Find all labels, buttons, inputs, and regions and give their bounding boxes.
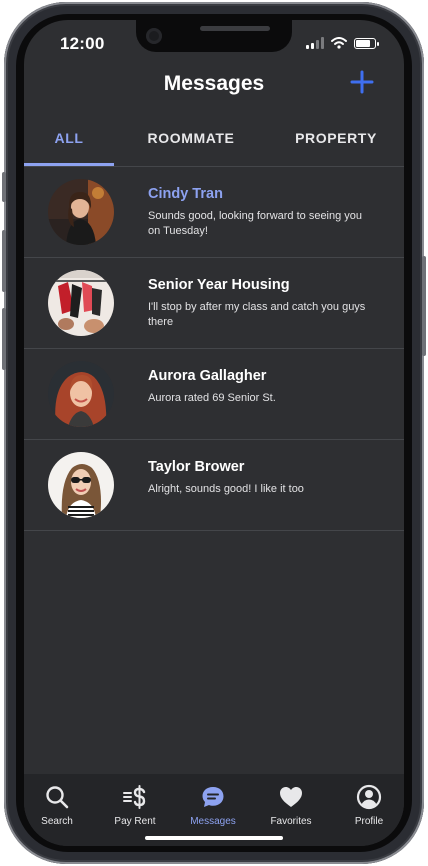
nav-label: Pay Rent <box>114 816 156 827</box>
avatar <box>48 452 114 518</box>
page-title: Messages <box>163 72 265 95</box>
conversation-row[interactable]: Taylor Brower Alright, sounds good! I li… <box>24 440 404 531</box>
earpiece <box>200 26 270 31</box>
tab-property[interactable]: PROPERTY <box>286 126 386 170</box>
dollar-icon <box>123 785 146 809</box>
user-icon <box>356 784 382 810</box>
chat-icon <box>202 787 224 807</box>
tab-roommate[interactable]: ROOMMATE <box>126 126 256 170</box>
active-tab-indicator <box>24 163 114 166</box>
nav-label: Search <box>41 816 73 827</box>
bottom-nav: Search Pay Rent Messages Favorites Profi… <box>24 774 404 846</box>
conversation-name: Senior Year Housing <box>148 277 290 293</box>
conversation-preview: I'll stop by after my class and catch yo… <box>148 301 366 328</box>
filter-tabs: ALL ROOMMATE PROPERTY <box>24 126 404 167</box>
conversation-row[interactable]: Cindy Tran Sounds good, looking forward … <box>24 167 404 258</box>
signal-icon <box>306 37 324 49</box>
nav-messages[interactable]: Messages <box>177 784 249 827</box>
nav-pay-rent[interactable]: Pay Rent <box>99 784 171 827</box>
conversation-preview: Sounds good, looking forward to seeing y… <box>148 210 363 237</box>
heart-icon <box>280 787 302 807</box>
plus-icon[interactable] <box>348 68 376 96</box>
volume-down-button <box>2 308 6 370</box>
app-screen: 12:00 Messages ALL ROOMMATE PROPERTY Cin… <box>24 20 404 846</box>
nav-label: Messages <box>190 816 236 827</box>
power-button <box>422 256 426 356</box>
conversation-name: Cindy Tran <box>148 186 223 202</box>
avatar <box>48 361 114 427</box>
conversation-list: Cindy Tran Sounds good, looking forward … <box>24 167 404 531</box>
search-icon <box>46 786 69 809</box>
conversation-row[interactable]: Aurora Gallagher Aurora rated 69 Senior … <box>24 349 404 440</box>
status-time: 12:00 <box>60 34 105 53</box>
conversation-row[interactable]: Senior Year Housing I'll stop by after m… <box>24 258 404 349</box>
nav-favorites[interactable]: Favorites <box>255 784 327 827</box>
conversation-preview: Aurora rated 69 Senior St. <box>148 392 276 404</box>
battery-icon <box>354 37 379 49</box>
mute-switch <box>2 172 6 202</box>
conversation-preview: Alright, sounds good! I like it too <box>148 483 304 495</box>
status-icons <box>306 36 379 50</box>
wifi-icon <box>331 37 347 49</box>
nav-search[interactable]: Search <box>24 784 93 827</box>
avatar <box>48 179 114 245</box>
volume-up-button <box>2 230 6 292</box>
conversation-name: Aurora Gallagher <box>148 368 267 384</box>
conversation-name: Taylor Brower <box>148 459 245 475</box>
front-camera <box>146 28 162 44</box>
avatar <box>48 270 114 336</box>
nav-profile[interactable]: Profile <box>333 784 404 827</box>
home-indicator[interactable] <box>145 836 283 840</box>
nav-label: Favorites <box>270 816 312 827</box>
nav-label: Profile <box>354 816 384 827</box>
